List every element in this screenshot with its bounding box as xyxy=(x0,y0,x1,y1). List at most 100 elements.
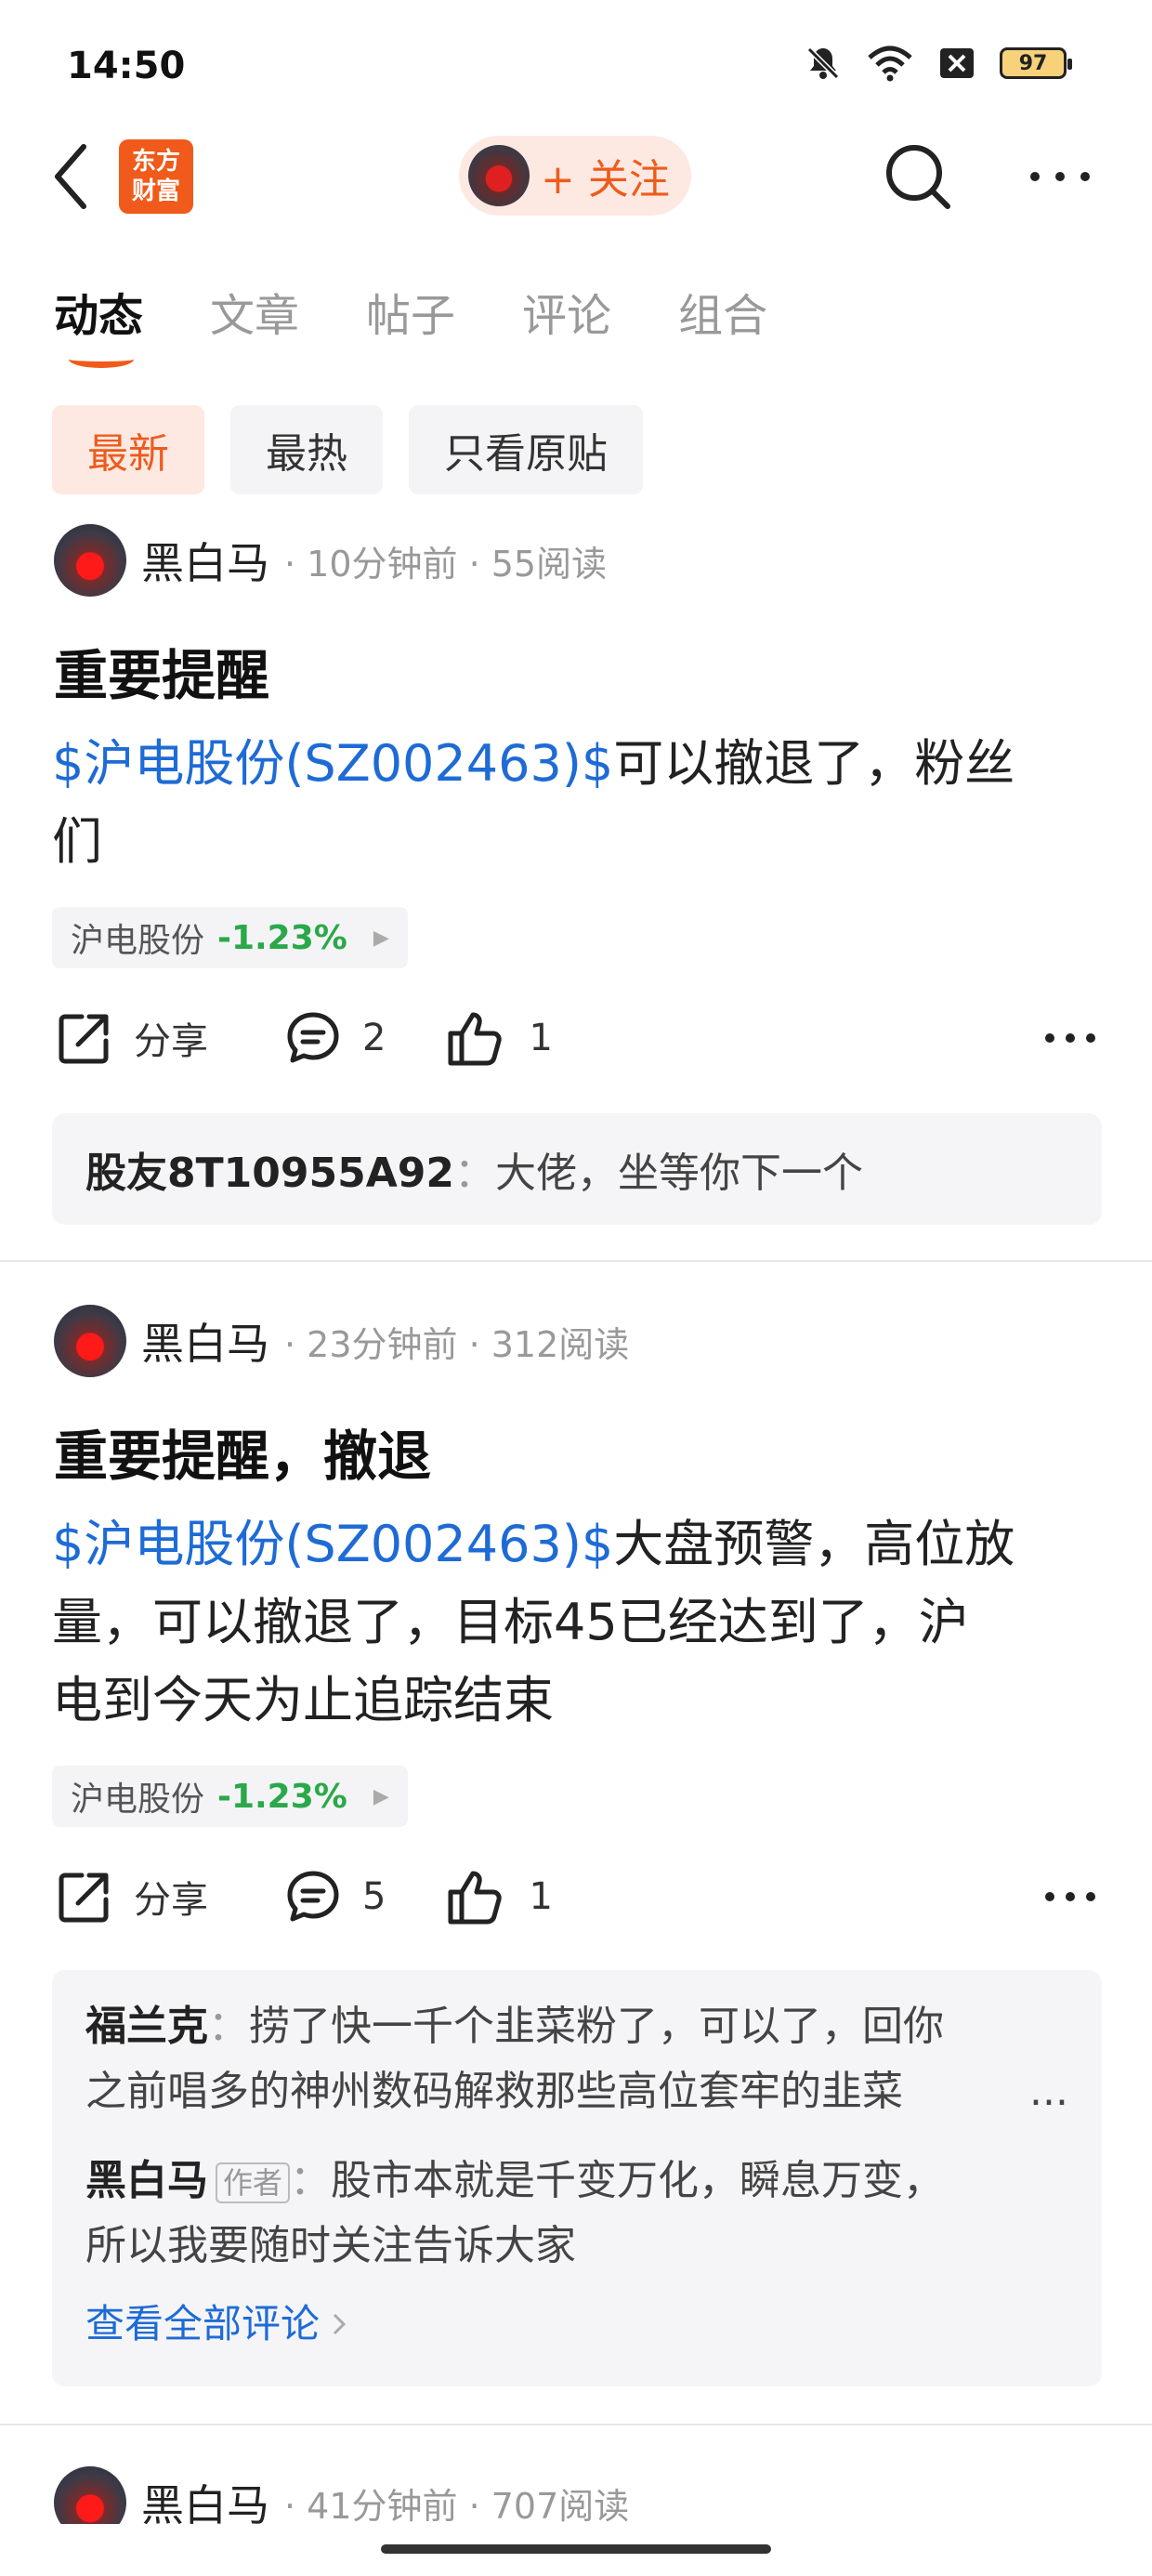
comment-button[interactable]: 5 xyxy=(284,1868,386,1925)
comment-text: 捞了快一千个韭菜粉了，可以了，回你 xyxy=(249,2003,944,2050)
author-name[interactable]: 黑白马 xyxy=(141,530,269,591)
post-text: 大盘预警，高位放 xyxy=(613,1515,1015,1573)
comment-user[interactable]: 福兰克 xyxy=(85,2003,208,2050)
stock-quote-card[interactable]: 沪电股份 -1.23% ▶ xyxy=(52,1766,408,1827)
triangle-right-icon: ▶ xyxy=(373,1784,389,1808)
post-body[interactable]: $沪电股份(SZ002463)$大盘预警，高位放 量，可以撤退了，目标45已经达… xyxy=(52,1505,1102,1740)
quote-change: -1.23% xyxy=(217,1777,347,1816)
comment-separator: ： xyxy=(454,1150,495,1197)
like-count: 1 xyxy=(529,1017,553,1059)
logo-text-top: 东方 xyxy=(131,148,180,176)
post-text: 们 xyxy=(52,812,102,871)
quote-name: 沪电股份 xyxy=(71,922,205,960)
tab-articles[interactable]: 文章 xyxy=(210,279,299,344)
post-divider xyxy=(0,1260,1152,1262)
logo-text-bottom: 财富 xyxy=(131,177,180,205)
comment-ellipsis: ... xyxy=(1029,2068,1068,2115)
share-icon xyxy=(59,1873,109,1923)
comment-preview[interactable]: 股友8T10955A92：大佬，坐等你下一个 xyxy=(52,1113,1102,1225)
more-options-icon[interactable] xyxy=(1044,1889,1096,1904)
like-count: 1 xyxy=(529,1875,553,1918)
app-logo[interactable]: 东方 财富 xyxy=(119,139,193,214)
tab-comments[interactable]: 评论 xyxy=(522,279,611,344)
battery-indicator: 97 xyxy=(1000,47,1072,79)
comment-count: 5 xyxy=(362,1875,386,1918)
comment-user[interactable]: 黑白马 xyxy=(85,2157,208,2204)
post-actions: 分享 5 1 xyxy=(56,1868,1096,1925)
post-body[interactable]: $沪电股份(SZ002463)$可以撤退了，粉丝 们 xyxy=(52,725,1102,881)
filter-chips: 最新 最热 只看原贴 xyxy=(52,405,643,494)
view-all-comments-link[interactable]: 查看全部评论 xyxy=(85,2292,1068,2357)
profile-tabs: 动态 文章 帖子 评论 组合 xyxy=(54,279,767,368)
share-label: 分享 xyxy=(134,1879,208,1922)
status-time: 14:50 xyxy=(67,45,186,87)
tab-portfolio[interactable]: 组合 xyxy=(678,279,767,344)
author-name[interactable]: 黑白马 xyxy=(141,1310,269,1372)
post-meta: · 23分钟前 · 312阅读 xyxy=(284,1323,630,1365)
quote-name: 沪电股份 xyxy=(71,1781,205,1819)
follow-button[interactable]: + 关注 xyxy=(459,136,691,216)
post-meta: · 10分钟前 · 55阅读 xyxy=(284,543,608,585)
stock-quote-card[interactable]: 沪电股份 -1.23% ▶ xyxy=(52,907,408,968)
mute-bell-icon xyxy=(806,46,840,80)
post-title[interactable]: 重要提醒 xyxy=(54,632,269,710)
share-button[interactable]: 分享 xyxy=(56,1009,208,1067)
post-author-line: 黑白马 · 23分钟前 · 312阅读 xyxy=(54,1305,629,1377)
tab-underline xyxy=(69,350,134,368)
search-icon[interactable] xyxy=(881,139,955,214)
post-author-line: 黑白马 · 10分钟前 · 55阅读 xyxy=(54,524,607,597)
back-arrow-icon[interactable] xyxy=(50,141,91,212)
more-options-icon[interactable] xyxy=(1044,1031,1096,1045)
chevron-right-icon xyxy=(333,2313,347,2335)
comment-button[interactable]: 2 xyxy=(284,1009,386,1067)
share-label: 分享 xyxy=(134,1020,208,1063)
thumbs-up-icon xyxy=(448,1012,503,1066)
home-indicator[interactable] xyxy=(381,2544,771,2554)
comment-icon xyxy=(287,1871,339,1922)
comment-preview: 福兰克：捞了快一千个韭菜粉了，可以了，回你 之前唱多的神州数码解救那些高位套牢的… xyxy=(52,1970,1102,2386)
author-badge: 作者 xyxy=(216,2162,291,2203)
post-title[interactable]: 重要提醒，撤退 xyxy=(54,1413,431,1491)
comment-count: 2 xyxy=(362,1017,386,1059)
post-actions: 分享 2 1 xyxy=(56,1009,1096,1067)
stock-link[interactable]: $沪电股份(SZ002463)$ xyxy=(52,734,613,793)
filter-original-only[interactable]: 只看原贴 xyxy=(409,405,643,494)
comment-text: 大佬，坐等你下一个 xyxy=(495,1150,863,1197)
share-button[interactable]: 分享 xyxy=(56,1868,208,1925)
share-icon xyxy=(59,1014,109,1064)
comment-item[interactable]: 福兰克：捞了快一千个韭菜粉了，可以了，回你 之前唱多的神州数码解救那些高位套牢的… xyxy=(85,1994,1068,2124)
avatar[interactable] xyxy=(54,1305,126,1377)
filter-latest[interactable]: 最新 xyxy=(52,405,204,494)
comment-separator: ： xyxy=(208,2003,249,2050)
post-divider xyxy=(0,2424,1152,2425)
tab-posts[interactable]: 帖子 xyxy=(366,279,455,344)
comment-text: 股市本就是千变万化，瞬息万变， xyxy=(331,2157,945,2204)
sim-off-icon xyxy=(940,48,974,78)
comment-user[interactable]: 股友8T10955A92 xyxy=(85,1139,454,1199)
post-meta: · 41分钟前 · 707阅读 xyxy=(284,2485,630,2527)
quote-change: -1.23% xyxy=(217,918,347,957)
triangle-right-icon: ▶ xyxy=(373,926,389,950)
like-button[interactable]: 1 xyxy=(447,1009,553,1067)
battery-level: 97 xyxy=(1018,51,1048,75)
stock-link[interactable]: $沪电股份(SZ002463)$ xyxy=(52,1515,613,1573)
avatar[interactable] xyxy=(54,524,126,597)
comment-separator: ： xyxy=(290,2157,332,2204)
tab-label: 动态 xyxy=(54,290,144,342)
comment-icon xyxy=(287,1012,339,1063)
view-all-label: 查看全部评论 xyxy=(85,2301,321,2346)
follow-label: + 关注 xyxy=(541,156,670,204)
post-text: 量，可以撤退了，目标45已经达到了，沪 xyxy=(52,1593,969,1651)
post-text: 可以撤退了，粉丝 xyxy=(613,734,1015,793)
avatar xyxy=(468,145,530,206)
comment-text: 之前唱多的神州数码解救那些高位套牢的韭菜 xyxy=(85,2068,903,2115)
status-icons: 97 xyxy=(805,45,1072,82)
tab-dynamic[interactable]: 动态 xyxy=(54,279,144,368)
post-text: 电到今天为止追踪结束 xyxy=(52,1671,554,1729)
thumbs-up-icon xyxy=(448,1871,503,1925)
more-icon[interactable] xyxy=(1028,165,1093,188)
filter-hot[interactable]: 最热 xyxy=(230,405,383,494)
comment-item[interactable]: 黑白马 作者 ：股市本就是千变万化，瞬息万变， 所以我要随时关注告诉大家 xyxy=(85,2149,1068,2279)
comment-text: 所以我要随时关注告诉大家 xyxy=(85,2222,576,2269)
like-button[interactable]: 1 xyxy=(447,1868,553,1925)
